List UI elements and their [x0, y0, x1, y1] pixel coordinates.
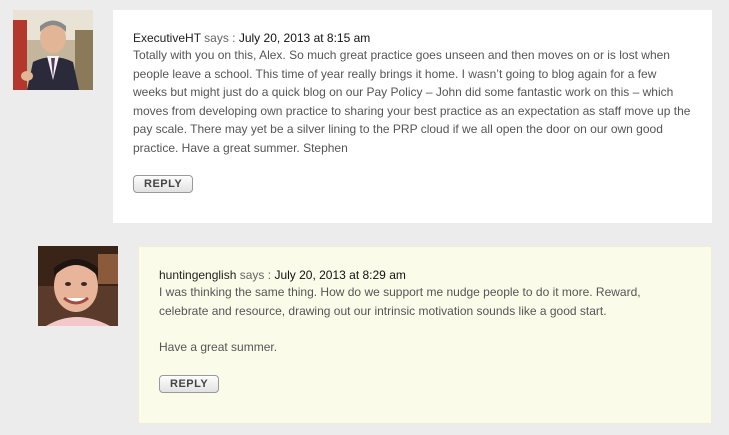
comment-text: I was thinking the same thing. How do we… — [159, 285, 641, 318]
reply-button[interactable]: REPLY — [159, 374, 220, 393]
reply-button[interactable]: REPLY — [133, 175, 194, 193]
comment-body: Totally with you on this, Alex. So much … — [133, 46, 692, 157]
avatar-man-smiling-icon — [38, 246, 118, 326]
comment-date[interactable]: July 20, 2013 at 8:15 am — [239, 31, 370, 45]
comment-body: I was thinking the same thing. How do we… — [159, 283, 691, 357]
comment-meta: huntingenglish says : July 20, 2013 at 8… — [159, 267, 691, 283]
comment-box: ExecutiveHT says : July 20, 2013 at 8:15… — [113, 10, 712, 223]
says-label: says : — [204, 31, 239, 45]
comment-author[interactable]: huntingenglish — [159, 268, 236, 282]
comment-text: Have a great summer. — [159, 340, 278, 354]
comment-meta: ExecutiveHT says : July 20, 2013 at 8:15… — [133, 30, 692, 46]
says-label: says : — [239, 268, 275, 282]
avatar-man-suit-icon — [13, 10, 93, 90]
comment-box: huntingenglish says : July 20, 2013 at 8… — [138, 246, 712, 424]
avatar[interactable] — [38, 246, 118, 326]
comment-author[interactable]: ExecutiveHT — [133, 31, 201, 45]
comment-text: Totally with you on this, Alex. So much … — [133, 48, 691, 155]
avatar[interactable] — [13, 10, 93, 90]
comment-date[interactable]: July 20, 2013 at 8:29 am — [274, 268, 405, 282]
